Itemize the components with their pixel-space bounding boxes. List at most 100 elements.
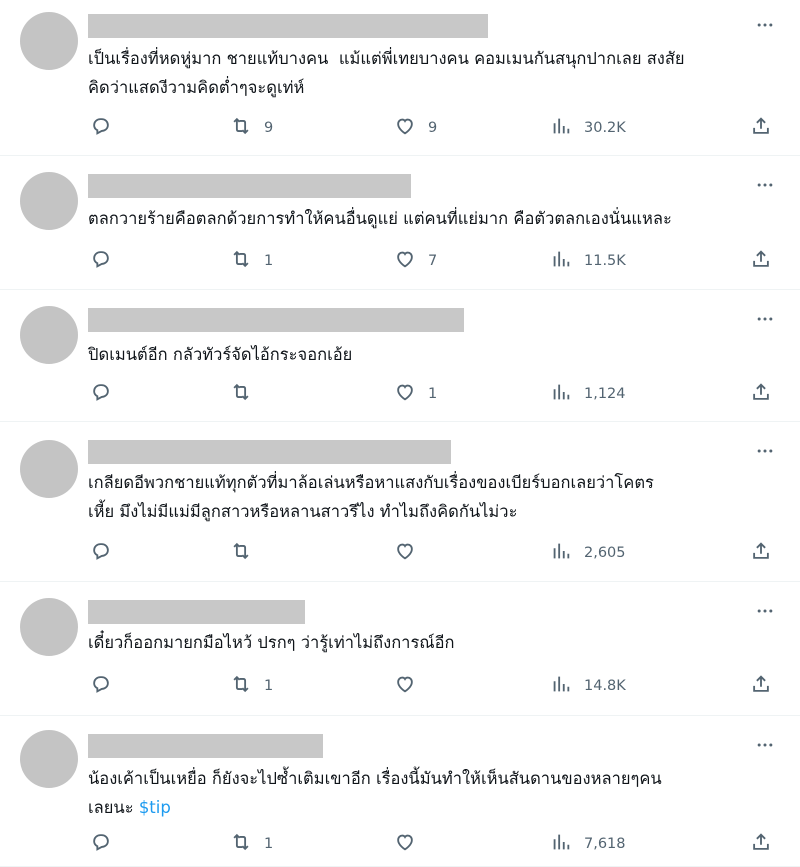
reply-item[interactable]: เดี๋ยวก็ออกมายกมือไหว้ ปรกๆ ว่ารู้เท่าไม…: [0, 582, 800, 716]
reply-button[interactable]: [90, 674, 112, 698]
repost-button[interactable]: [230, 541, 264, 565]
like-button[interactable]: [394, 541, 428, 565]
more-icon[interactable]: [754, 174, 776, 196]
reply-button[interactable]: [90, 116, 112, 140]
more-icon[interactable]: [754, 14, 776, 36]
action-bar: 1 1,124: [88, 382, 772, 406]
cashtag-link[interactable]: $tip: [139, 798, 171, 817]
reply-button[interactable]: [90, 249, 112, 273]
avatar[interactable]: [20, 440, 78, 498]
heart-icon: [394, 831, 416, 857]
reply-item[interactable]: เป็นเรื่องที่หดหู่มาก ชายแท้บางคน แม้แต่…: [0, 0, 800, 156]
views-button[interactable]: 7,618: [550, 832, 626, 856]
heart-icon: [394, 540, 416, 566]
views-icon: [550, 115, 572, 141]
reply-feed: เป็นเรื่องที่หดหู่มาก ชายแท้บางคน แม้แต่…: [0, 0, 800, 867]
like-button[interactable]: 1: [394, 382, 437, 406]
reply-text: ตลกวายร้ายคือตลกด้วยการทำให้คนอื่นดูแย่ …: [88, 204, 760, 233]
heart-icon: [394, 381, 416, 407]
share-icon: [750, 248, 772, 274]
action-bar: 1 7,618: [88, 832, 772, 856]
views-button[interactable]: 11.5K: [550, 249, 626, 273]
like-button[interactable]: [394, 674, 428, 698]
avatar[interactable]: [20, 730, 78, 788]
views-count: 2,605: [584, 545, 626, 561]
like-count: 9: [428, 120, 438, 136]
repost-count: 1: [264, 678, 274, 694]
like-button[interactable]: 9: [394, 116, 437, 140]
views-button[interactable]: 1,124: [550, 382, 626, 406]
action-bar: 2,605: [88, 541, 772, 565]
avatar[interactable]: [20, 598, 78, 656]
reply-text-body: เกลียดอีพวกชายแท้ทุกตัวที่มาล้อเล่นหรือห…: [88, 473, 654, 521]
share-button[interactable]: [750, 674, 772, 698]
reply-button[interactable]: [90, 382, 112, 406]
reply-button[interactable]: [90, 832, 112, 856]
avatar[interactable]: [20, 306, 78, 364]
reply-text: น้องเค้าเป็นเหยื่อ ก็ยังจะไปซ้ำเติมเขาอี…: [88, 764, 760, 822]
repost-button[interactable]: 1: [230, 832, 273, 856]
share-icon: [750, 831, 772, 857]
views-count: 1,124: [584, 386, 626, 402]
views-button[interactable]: 2,605: [550, 541, 626, 565]
like-count: 7: [428, 253, 438, 269]
redacted-username: [88, 308, 464, 332]
share-button[interactable]: [750, 832, 772, 856]
like-button[interactable]: 7: [394, 249, 437, 273]
views-button[interactable]: 30.2K: [550, 116, 626, 140]
repost-button[interactable]: 1: [230, 249, 273, 273]
more-icon[interactable]: [754, 308, 776, 330]
share-button[interactable]: [750, 382, 772, 406]
reply-icon: [90, 540, 112, 566]
heart-icon: [394, 115, 416, 141]
avatar[interactable]: [20, 12, 78, 70]
reply-text-body: เดี๋ยวก็ออกมายกมือไหว้ ปรกๆ ว่ารู้เท่าไม…: [88, 633, 455, 652]
views-count: 30.2K: [584, 120, 626, 136]
repost-count: 1: [264, 836, 274, 852]
views-icon: [550, 831, 572, 857]
views-icon: [550, 248, 572, 274]
views-count: 7,618: [584, 836, 626, 852]
repost-button[interactable]: [230, 382, 264, 406]
reply-text-body: ปิดเมนต์อีก กลัวทัวร์จัดไอ้กระจอกเอ้ย: [88, 345, 353, 364]
repost-count: 9: [264, 120, 274, 136]
repost-icon: [230, 248, 252, 274]
share-button[interactable]: [750, 541, 772, 565]
repost-button[interactable]: 9: [230, 116, 273, 140]
views-button[interactable]: 14.8K: [550, 674, 626, 698]
share-button[interactable]: [750, 116, 772, 140]
repost-icon: [230, 831, 252, 857]
reply-icon: [90, 115, 112, 141]
reply-text-body: เป็นเรื่องที่หดหู่มาก ชายแท้บางคน แม้แต่…: [88, 49, 685, 97]
reply-item[interactable]: น้องเค้าเป็นเหยื่อ ก็ยังจะไปซ้ำเติมเขาอี…: [0, 716, 800, 867]
reply-button[interactable]: [90, 541, 112, 565]
repost-button[interactable]: 1: [230, 674, 273, 698]
repost-icon: [230, 115, 252, 141]
like-button[interactable]: [394, 832, 428, 856]
more-icon[interactable]: [754, 440, 776, 462]
reply-text: ปิดเมนต์อีก กลัวทัวร์จัดไอ้กระจอกเอ้ย: [88, 340, 760, 369]
redacted-username: [88, 440, 451, 464]
avatar[interactable]: [20, 172, 78, 230]
reply-item[interactable]: ปิดเมนต์อีก กลัวทัวร์จัดไอ้กระจอกเอ้ย 1 …: [0, 290, 800, 422]
reply-icon: [90, 831, 112, 857]
reply-icon: [90, 673, 112, 699]
views-icon: [550, 673, 572, 699]
reply-item[interactable]: เกลียดอีพวกชายแท้ทุกตัวที่มาล้อเล่นหรือห…: [0, 422, 800, 582]
views-icon: [550, 540, 572, 566]
reply-item[interactable]: ตลกวายร้ายคือตลกด้วยการทำให้คนอื่นดูแย่ …: [0, 156, 800, 290]
reply-text: เกลียดอีพวกชายแท้ทุกตัวที่มาล้อเล่นหรือห…: [88, 468, 760, 526]
more-icon[interactable]: [754, 600, 776, 622]
share-button[interactable]: [750, 249, 772, 273]
repost-icon: [230, 540, 252, 566]
share-icon: [750, 381, 772, 407]
like-count: 1: [428, 386, 438, 402]
reply-text-body: ตลกวายร้ายคือตลกด้วยการทำให้คนอื่นดูแย่ …: [88, 209, 672, 228]
reply-text: เป็นเรื่องที่หดหู่มาก ชายแท้บางคน แม้แต่…: [88, 44, 760, 102]
share-icon: [750, 673, 772, 699]
views-count: 11.5K: [584, 253, 626, 269]
reply-icon: [90, 248, 112, 274]
more-icon[interactable]: [754, 734, 776, 756]
share-icon: [750, 115, 772, 141]
repost-count: 1: [264, 253, 274, 269]
